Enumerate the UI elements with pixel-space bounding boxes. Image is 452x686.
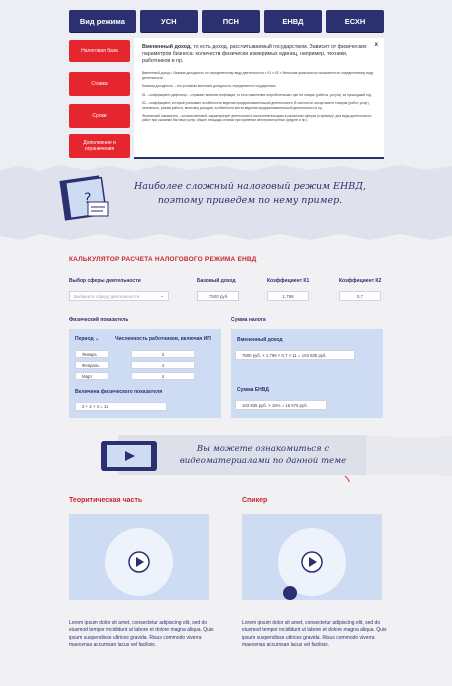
base-label: Базовый доход: [197, 278, 236, 284]
period-header: Период ⌄: [75, 336, 100, 342]
info-panel: x Вмененный доход, то есть доход, рассчи…: [134, 38, 384, 159]
mode-tabs: Вид режима УСН ПСН ЕНВД ЕСХН: [69, 10, 385, 32]
physical-label: Физический показатель: [69, 317, 129, 323]
video-banner-text: Вы можете ознакомиться с видеоматериалам…: [179, 444, 347, 466]
note-icon: ?: [59, 175, 109, 221]
panel-line: К1 – коэффициент-дефлятор – отражает вли…: [142, 92, 372, 97]
month-cell: Март: [75, 372, 109, 380]
speaker-title: Спикер: [242, 497, 268, 504]
activity-label: Выбор сферы деятельности: [69, 278, 141, 284]
imputed-label: Вмененный доход: [237, 337, 283, 343]
theory-video[interactable]: [69, 514, 209, 600]
speaker-video[interactable]: [242, 514, 382, 600]
additions-button[interactable]: Дополнения и ограничения: [69, 134, 130, 158]
rate-button[interactable]: Ставка: [69, 72, 130, 96]
close-icon[interactable]: x: [375, 42, 378, 48]
count-input[interactable]: 3: [131, 350, 195, 358]
k2-label: Коэффициент К2: [339, 278, 382, 284]
tax-sum-label: Сумма налога: [231, 317, 266, 323]
phone-video-icon: [101, 441, 157, 471]
k1-label: Коэффициент К1: [267, 278, 310, 284]
panel-line: Вмененный доход = базовая доходность по …: [142, 71, 374, 80]
panel-line: Физический показатель – количественный, …: [142, 114, 372, 123]
envd-value: 103 835 руб. × 15% = 15 575 руб.: [235, 400, 327, 410]
chevron-down-icon[interactable]: ⌄: [95, 336, 99, 342]
activity-select[interactable]: Выберите сферу деятельности ⌄: [69, 291, 169, 301]
magnitude-label: Величина физического показателя: [75, 389, 163, 395]
theory-title: Теоритическая часть: [69, 497, 143, 504]
k2-input[interactable]: 0,7: [339, 291, 381, 301]
count-header: Численность работников, включая ИП: [115, 336, 211, 342]
tab-mode-type[interactable]: Вид режима: [69, 10, 136, 32]
tab-usn[interactable]: УСН: [139, 10, 198, 32]
panel-lead: Вмененный доход, то есть доход, рассчиты…: [142, 44, 367, 65]
activity-placeholder: Выберите сферу деятельности: [74, 293, 140, 299]
video-disc-icon: [105, 528, 173, 596]
tax-base-button[interactable]: Налоговая база: [69, 40, 130, 62]
count-input[interactable]: 4: [131, 372, 195, 380]
panel-line: Базовая доходность – это условная величи…: [142, 84, 277, 89]
month-cell: Январь: [75, 350, 109, 358]
video-disc-icon: [278, 528, 346, 600]
month-cell: Февраль: [75, 361, 109, 369]
terms-button[interactable]: Сроки: [69, 104, 130, 128]
panel-line: К2 – коэффициент, который учитывает особ…: [142, 101, 370, 110]
magnitude-value: 3 + 4 + 4 = 11: [75, 402, 167, 411]
chevron-down-icon: ⌄: [160, 293, 164, 298]
base-input[interactable]: 7500 руб: [197, 291, 239, 301]
tab-envd[interactable]: ЕНВД: [263, 10, 322, 32]
lead-bold: Вмененный доход,: [142, 44, 192, 50]
imputed-value: 7500 руб. × 1,798 × 0,7 × 11 = 103 835 р…: [235, 350, 355, 360]
envd-label: Сумма ЕНВД: [237, 387, 269, 393]
calculator-title: КАЛЬКУЛЯТОР РАСЧЕТА НАЛОГОВОГО РЕЖИМА ЕН…: [69, 256, 257, 263]
tab-psn[interactable]: ПСН: [201, 10, 260, 32]
tab-eshn[interactable]: ЕСХН: [325, 10, 385, 32]
theory-text: Lorem ipsum dolor sit amet, consectetur …: [69, 620, 214, 648]
count-input[interactable]: 4: [131, 361, 195, 369]
k1-input[interactable]: 1,798: [267, 291, 309, 301]
speaker-text: Lorem ipsum dolor sit amet, consectetur …: [242, 620, 387, 648]
banner-text: Наиболее сложный налоговый режим ЕНВД, п…: [134, 181, 366, 207]
